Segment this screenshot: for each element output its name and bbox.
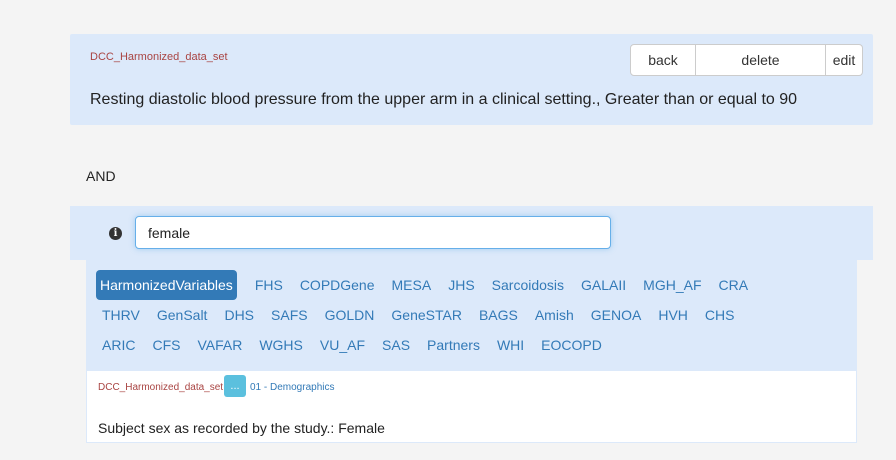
tab-thrv[interactable]: THRV [96, 300, 146, 330]
more-button[interactable]: ... [224, 375, 246, 397]
tab-partners[interactable]: Partners [421, 330, 486, 360]
tab-harmonizedvariables[interactable]: HarmonizedVariables [96, 270, 237, 300]
study-tabs: HarmonizedVariables FHS COPDGene MESA JHS Sar… [96, 270, 856, 360]
tab-cfs[interactable]: CFS [146, 330, 186, 360]
result-text: Subject sex as recorded by the study.: F… [98, 420, 385, 436]
tab-dhs[interactable]: DHS [218, 300, 260, 330]
result-category-link[interactable]: 01 - Demographics [250, 382, 334, 393]
tab-chs[interactable]: CHS [699, 300, 741, 330]
tab-gensalt[interactable]: GenSalt [151, 300, 214, 330]
tab-genoa[interactable]: GENOA [585, 300, 648, 330]
search-bar: i [70, 206, 873, 260]
delete-button[interactable]: delete [696, 44, 826, 76]
result-item[interactable]: DCC_Harmonized_data_set ... 01 - Demogra… [86, 370, 857, 443]
tab-eocopd[interactable]: EOCOPD [535, 330, 608, 360]
criterion-card: DCC_Harmonized_data_set back delete edit… [70, 34, 873, 125]
tab-vu-af[interactable]: VU_AF [314, 330, 371, 360]
tab-galaii[interactable]: GALAII [575, 270, 632, 300]
tab-aric[interactable]: ARIC [96, 330, 141, 360]
tab-jhs[interactable]: JHS [442, 270, 480, 300]
operator-label: AND [86, 168, 116, 184]
criterion-source: DCC_Harmonized_data_set [90, 51, 228, 63]
edit-button[interactable]: edit [826, 44, 863, 76]
tab-goldn[interactable]: GOLDN [319, 300, 381, 330]
search-input[interactable] [135, 216, 611, 249]
tab-row: HarmonizedVariables FHS COPDGene MESA JHS Sar… [96, 270, 856, 300]
tab-row: THRV GenSalt DHS SAFS GOLDN GeneSTAR BAGS Amish… [96, 300, 856, 330]
tab-fhs[interactable]: FHS [249, 270, 289, 300]
tab-amish[interactable]: Amish [529, 300, 580, 330]
back-button[interactable]: back [630, 44, 696, 76]
tab-vafar[interactable]: VAFAR [191, 330, 248, 360]
tab-row: ARIC CFS VAFAR WGHS VU_AF SAS Partners WHI EOCOP… [96, 330, 856, 360]
result-source: DCC_Harmonized_data_set [98, 382, 224, 393]
tab-bags[interactable]: BAGS [473, 300, 524, 330]
tab-safs[interactable]: SAFS [265, 300, 314, 330]
tab-cra[interactable]: CRA [713, 270, 755, 300]
tab-mesa[interactable]: MESA [386, 270, 438, 300]
tab-mgh-af[interactable]: MGH_AF [637, 270, 707, 300]
tab-sarcoidosis[interactable]: Sarcoidosis [486, 270, 570, 300]
info-icon[interactable]: i [109, 227, 122, 240]
tab-sas[interactable]: SAS [376, 330, 416, 360]
tab-hvh[interactable]: HVH [652, 300, 694, 330]
tab-whi[interactable]: WHI [491, 330, 530, 360]
tab-genestar[interactable]: GeneSTAR [385, 300, 468, 330]
tab-wghs[interactable]: WGHS [253, 330, 309, 360]
criterion-description: Resting diastolic blood pressure from th… [90, 91, 798, 108]
results-panel: HarmonizedVariables FHS COPDGene MESA JHS Sar… [86, 260, 857, 443]
tab-copdgene[interactable]: COPDGene [294, 270, 381, 300]
